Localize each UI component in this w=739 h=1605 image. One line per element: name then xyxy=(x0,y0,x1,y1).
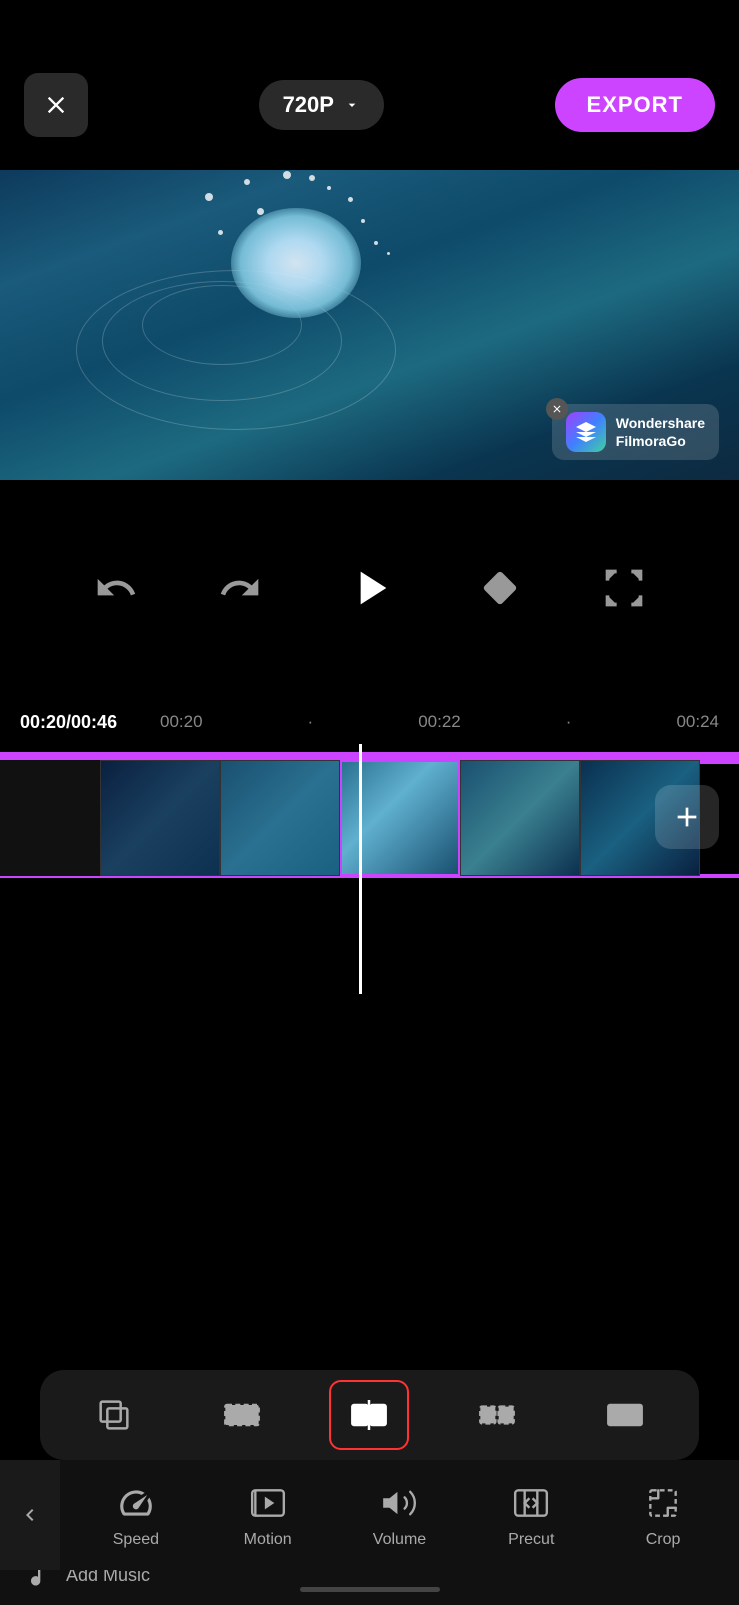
filmstrip xyxy=(0,760,739,876)
nav-item-volume[interactable]: Volume xyxy=(354,1481,444,1549)
motion-icon xyxy=(246,1481,290,1525)
fullscreen-button[interactable] xyxy=(602,566,646,615)
playback-controls xyxy=(0,560,739,621)
playhead-extension xyxy=(359,744,362,994)
redo-button[interactable] xyxy=(218,566,262,615)
watermark-logo xyxy=(566,412,606,452)
trim-button[interactable] xyxy=(202,1380,282,1450)
quality-label: 720P xyxy=(283,92,334,118)
timeline-empty xyxy=(0,905,739,1265)
splash-particle xyxy=(218,230,223,235)
duplicate-button[interactable] xyxy=(74,1380,154,1450)
speed-label: Speed xyxy=(113,1531,159,1549)
timecodes-bar: 00:20/00:46 00:20 · 00:22 · 00:24 xyxy=(0,700,739,744)
current-timecode: 00:20/00:46 xyxy=(20,712,117,733)
bottom-navigation: Speed Motion Volume Precut xyxy=(0,1460,739,1570)
splash-particle xyxy=(309,175,315,181)
volume-icon xyxy=(377,1481,421,1525)
nav-item-motion[interactable]: Motion xyxy=(223,1481,313,1549)
splash-effect xyxy=(166,170,426,373)
timecode-marker-1: 00:20 xyxy=(160,712,203,732)
timecode-marker-2: 00:22 xyxy=(418,712,461,732)
watermark-close-button[interactable] xyxy=(546,398,568,420)
motion-label: Motion xyxy=(244,1531,292,1549)
export-button[interactable]: EXPORT xyxy=(555,78,715,132)
top-bar: 720P EXPORT xyxy=(0,0,739,170)
film-frame-4 xyxy=(460,760,580,876)
nav-item-precut[interactable]: Precut xyxy=(486,1481,576,1549)
splash-particle xyxy=(283,171,291,179)
timecode-dot-2: · xyxy=(566,712,572,732)
edit-toolbar xyxy=(40,1370,699,1460)
undo-button[interactable] xyxy=(94,566,138,615)
video-preview: WondershareFilmoraGo xyxy=(0,170,739,480)
splash-particle xyxy=(361,219,365,223)
watermark-overlay: WondershareFilmoraGo xyxy=(552,404,719,460)
splash-particle xyxy=(387,252,390,255)
film-frame-1 xyxy=(100,760,220,876)
nav-item-speed[interactable]: Speed xyxy=(91,1481,181,1549)
nav-items: Speed Motion Volume Precut xyxy=(60,1481,739,1549)
timecode-marker-3: 00:24 xyxy=(676,712,719,732)
controls-area xyxy=(0,480,739,700)
precut-icon xyxy=(509,1481,553,1525)
splash-particle xyxy=(374,241,378,245)
speed-icon xyxy=(114,1481,158,1525)
splash-particle xyxy=(205,193,213,201)
scroll-indicator xyxy=(300,1587,440,1592)
video-content: WondershareFilmoraGo xyxy=(0,170,739,480)
timeline-track[interactable] xyxy=(0,752,739,882)
play-button[interactable] xyxy=(342,560,398,621)
watermark-text: WondershareFilmoraGo xyxy=(616,414,705,450)
filmstrip-pad xyxy=(0,760,100,876)
progress-bar xyxy=(0,752,739,760)
timecode-markers: 00:20 · 00:22 · 00:24 xyxy=(160,712,739,732)
speed-segments-button[interactable] xyxy=(457,1380,537,1450)
splash-center xyxy=(231,208,361,318)
close-button[interactable] xyxy=(24,73,88,137)
keyframe-edit-button[interactable] xyxy=(585,1380,665,1450)
volume-label: Volume xyxy=(373,1531,426,1549)
add-clip-button[interactable] xyxy=(655,785,719,849)
crop-label: Crop xyxy=(646,1531,681,1549)
video-frame: WondershareFilmoraGo xyxy=(0,170,739,480)
keyframe-button[interactable] xyxy=(478,566,522,615)
crop-icon xyxy=(641,1481,685,1525)
export-label: EXPORT xyxy=(587,92,683,117)
nav-item-crop[interactable]: Crop xyxy=(618,1481,708,1549)
splash-particle xyxy=(327,186,331,190)
quality-selector[interactable]: 720P xyxy=(259,80,384,130)
splash-particle xyxy=(244,179,250,185)
timecode-dot-1: · xyxy=(308,712,314,732)
splash-particle xyxy=(257,208,264,215)
film-frame-2 xyxy=(220,760,340,876)
split-button[interactable] xyxy=(329,1380,409,1450)
back-button[interactable] xyxy=(0,1460,60,1570)
precut-label: Precut xyxy=(508,1531,554,1549)
splash-particle xyxy=(348,197,353,202)
film-frame-3 xyxy=(340,760,460,876)
